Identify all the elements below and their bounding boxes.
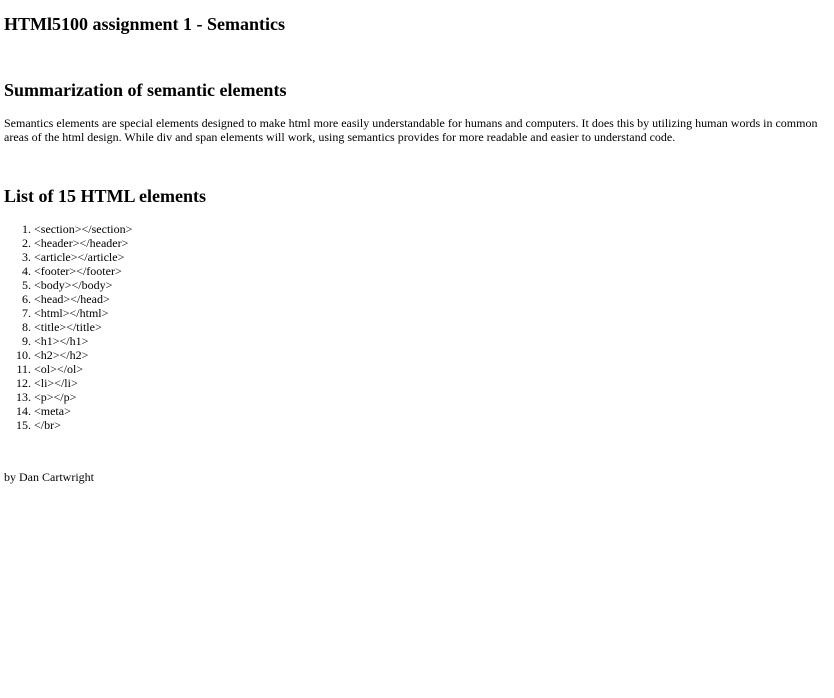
list-item-h1: <h1></h1> xyxy=(34,334,132,348)
author-byline: by Dan Cartwright xyxy=(4,470,94,484)
list-item-h2: <h2></h2> xyxy=(34,348,132,362)
list-item-head: <head></head> xyxy=(34,292,132,306)
list-item-footer: <footer></footer> xyxy=(34,264,132,278)
list-item-p: <p></p> xyxy=(34,390,132,404)
list-item-meta: <meta> xyxy=(34,404,132,418)
list-item-br: </br> xyxy=(34,418,132,432)
page-title: HTMl5100 assignment 1 - Semantics xyxy=(4,14,285,34)
list-item-title: <title></title> xyxy=(34,320,132,334)
list-item-header: <header></header> xyxy=(34,236,132,250)
list-item-body: <body></body> xyxy=(34,278,132,292)
list-item-article: <article></article> xyxy=(34,250,132,264)
list-item-section: <section></section> xyxy=(34,222,132,236)
elements-list: <section></section> <header></header> <a… xyxy=(4,222,132,432)
summary-heading: Summarization of semantic elements xyxy=(4,80,287,100)
elements-list-heading: List of 15 HTML elements xyxy=(4,186,206,206)
list-item-html: <html></html> xyxy=(34,306,132,320)
summary-paragraph: Semantics elements are special elements … xyxy=(4,116,818,144)
list-item-li: <li></li> xyxy=(34,376,132,390)
list-item-ol: <ol></ol> xyxy=(34,362,132,376)
